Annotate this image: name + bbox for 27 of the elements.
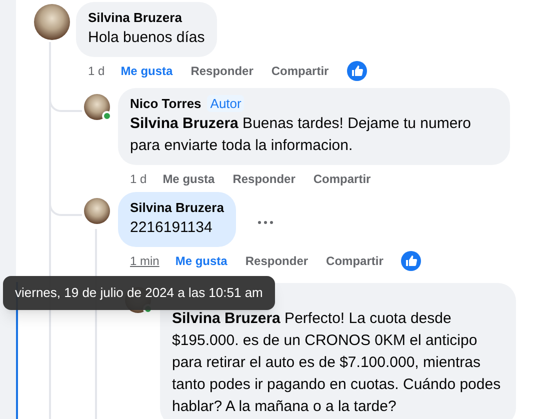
comment-text: Silvina Bruzera Buenas tardes! Dejame tu numero para enviarte toda la informacion. [130, 114, 472, 156]
author-name[interactable]: Silvina Bruzera [130, 199, 224, 216]
avatar[interactable] [84, 94, 110, 120]
reply-link[interactable]: Responder [245, 252, 308, 270]
comment-text: Silvina Bruzera Perfecto! La cuota desde $195.000. es de un CRONOS 0KM el anticipo para retirar el auto es de $7.100.000, mientras tanto podes ir pagando en cuotas. Cuándo podes hablar? A la mañana o a la tarde? [172, 309, 502, 417]
share-link[interactable]: Compartir [326, 252, 384, 270]
share-link[interactable]: Compartir [271, 62, 329, 80]
share-link[interactable]: Compartir [313, 170, 371, 188]
comment-text: 2216191134 [130, 218, 214, 238]
timestamp-link[interactable]: 1 d [130, 170, 147, 188]
like-link[interactable]: Me gusta [175, 252, 228, 270]
author-name[interactable]: Nico Torres [130, 95, 202, 112]
more-options-icon[interactable] [258, 220, 273, 224]
reply-link[interactable]: Responder [232, 170, 296, 188]
date-tooltip: viernes, 19 de julio de 2024 a las 10:51 am [3, 276, 275, 310]
like-link[interactable]: Me gusta [162, 170, 215, 188]
comment-text: Hola buenos días [88, 28, 205, 48]
avatar[interactable] [84, 198, 110, 224]
like-link[interactable]: Me gusta [120, 62, 173, 80]
timestamp-link[interactable]: 1 d [88, 62, 105, 80]
thumbs-up-reaction-icon[interactable] [401, 251, 422, 271]
author-name[interactable]: Silvina Bruzera [88, 9, 182, 26]
timestamp-link[interactable]: 1 min [130, 252, 160, 270]
avatar[interactable] [34, 4, 70, 40]
thumbs-up-reaction-icon[interactable] [346, 61, 367, 81]
reply-link[interactable]: Responder [190, 62, 254, 80]
author-badge: Autor [207, 95, 244, 112]
